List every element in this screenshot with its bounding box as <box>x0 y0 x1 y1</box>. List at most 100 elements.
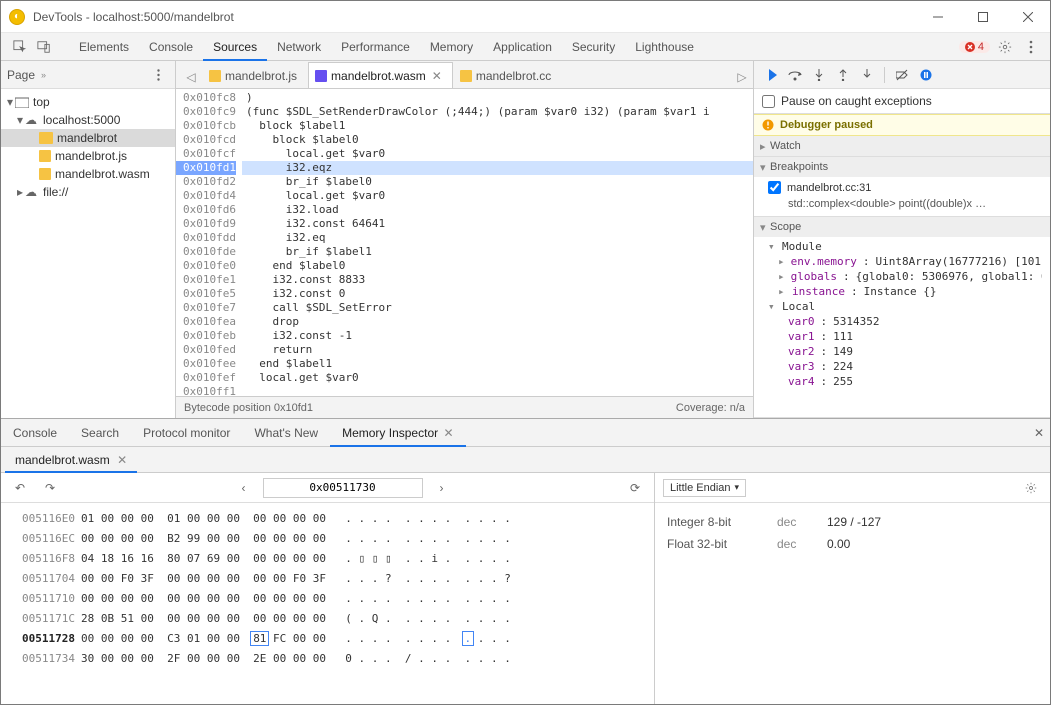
hex-row[interactable]: 005116F804 18 16 16 80 07 69 00 00 00 00… <box>9 549 646 569</box>
hex-row[interactable]: 0051171000 00 00 00 00 00 00 00 00 00 00… <box>9 589 646 609</box>
debugger-paused-banner: Debugger paused <box>754 114 1050 136</box>
main-toolbar: ElementsConsoleSourcesNetworkPerformance… <box>1 33 1050 61</box>
hex-view[interactable]: 005116E001 00 00 00 01 00 00 00 00 00 00… <box>1 503 654 704</box>
navigator-more-icon[interactable] <box>147 64 169 86</box>
hex-row[interactable]: 0051172800 00 00 00 C3 01 00 00 81 FC 00… <box>9 629 646 649</box>
maximize-button[interactable] <box>960 2 1005 32</box>
scope-local-row[interactable]: var1: 111 <box>768 329 1042 344</box>
close-icon[interactable]: ✕ <box>443 426 453 440</box>
status-coverage: Coverage: n/a <box>676 402 745 414</box>
deactivate-breakpoints-icon[interactable] <box>891 64 913 86</box>
chevron-right-icon[interactable]: » <box>41 70 46 80</box>
prev-page-icon[interactable]: ‹ <box>233 477 255 499</box>
undo-icon[interactable]: ↶ <box>9 477 31 499</box>
step-into-icon[interactable] <box>808 64 830 86</box>
scope-module-row[interactable]: ▸globals: {global0: 5306976, global1: 65… <box>768 269 1042 284</box>
endian-select[interactable]: Little Endian ▾ <box>663 479 746 497</box>
tree-file[interactable]: mandelbrot.wasm <box>1 165 175 183</box>
pause-on-exceptions-icon[interactable] <box>915 64 937 86</box>
error-count-badge[interactable]: 4 <box>959 41 990 53</box>
nav-back-icon[interactable]: ◁ <box>180 66 202 88</box>
drawer-subtab[interactable]: mandelbrot.wasm ✕ <box>5 447 137 473</box>
editor-tab[interactable]: mandelbrot.cc <box>453 62 562 88</box>
tab-network[interactable]: Network <box>267 33 331 61</box>
value-settings-icon[interactable] <box>1020 477 1042 499</box>
tree-file[interactable]: mandelbrot.js <box>1 147 175 165</box>
titlebar: ◐ DevTools - localhost:5000/mandelbrot <box>1 1 1050 33</box>
minimize-button[interactable] <box>915 2 960 32</box>
file-icon <box>39 168 51 180</box>
memory-value-row: Float 32-bitdec0.00 <box>667 533 1038 555</box>
hex-row[interactable]: 0051173430 00 00 00 2F 00 00 00 2E 00 00… <box>9 649 646 669</box>
editor-tabs: ◁ mandelbrot.jsmandelbrot.wasm ✕mandelbr… <box>176 61 753 89</box>
next-page-icon[interactable]: › <box>431 477 453 499</box>
file-tree[interactable]: ▾top ▾☁localhost:5000 mandelbrot mandelb… <box>1 89 175 418</box>
step-out-icon[interactable] <box>832 64 854 86</box>
step-icon[interactable] <box>856 64 878 86</box>
hex-row[interactable]: 0051171C28 0B 51 00 00 00 00 00 00 00 00… <box>9 609 646 629</box>
editor-tab[interactable]: mandelbrot.js <box>202 62 308 88</box>
drawer-close-icon[interactable]: ✕ <box>1028 422 1050 444</box>
drawer-tab[interactable]: Console <box>1 419 69 447</box>
tab-sources[interactable]: Sources <box>203 33 267 61</box>
tab-lighthouse[interactable]: Lighthouse <box>625 33 704 61</box>
drawer-tab[interactable]: What's New <box>242 419 330 447</box>
folder-icon <box>39 132 53 144</box>
scope-local-row[interactable]: var3: 224 <box>768 359 1042 374</box>
memory-address-input[interactable] <box>263 478 423 498</box>
more-icon[interactable] <box>1020 36 1042 58</box>
tree-row-top[interactable]: ▾top <box>1 93 175 111</box>
tab-memory[interactable]: Memory <box>420 33 483 61</box>
tree-row-host[interactable]: ▾☁localhost:5000 <box>1 111 175 129</box>
hex-row[interactable]: 005116E001 00 00 00 01 00 00 00 00 00 00… <box>9 509 646 529</box>
hex-row[interactable]: 0051170400 00 F0 3F 00 00 00 00 00 00 F0… <box>9 569 646 589</box>
watch-pane-header[interactable]: ▸Watch <box>754 136 1050 156</box>
navigator-title: Page <box>7 68 35 82</box>
debugger-toolbar <box>754 61 1050 89</box>
scope-module-row[interactable]: ▸instance: Instance {} <box>768 284 1042 299</box>
drawer-tab[interactable]: Protocol monitor <box>131 419 242 447</box>
close-button[interactable] <box>1005 2 1050 32</box>
scope-local-row[interactable]: var0: 5314352 <box>768 314 1042 329</box>
step-over-icon[interactable] <box>784 64 806 86</box>
hex-row[interactable]: 005116EC00 00 00 00 B2 99 00 00 00 00 00… <box>9 529 646 549</box>
redo-icon[interactable]: ↷ <box>39 477 61 499</box>
close-icon[interactable]: ✕ <box>432 69 442 83</box>
scope-local-row[interactable]: var4: 255 <box>768 374 1042 389</box>
device-toggle-icon[interactable] <box>33 36 55 58</box>
tab-application[interactable]: Application <box>483 33 562 61</box>
tab-security[interactable]: Security <box>562 33 625 61</box>
resume-icon[interactable] <box>760 64 782 86</box>
file-icon <box>39 150 51 162</box>
settings-icon[interactable] <box>994 36 1016 58</box>
nav-forward-icon[interactable]: ▷ <box>731 66 753 88</box>
tree-file[interactable]: mandelbrot <box>1 129 175 147</box>
memory-value-row: Integer 8-bitdec129 / -127 <box>667 511 1038 533</box>
breakpoint-row[interactable]: mandelbrot.cc:31 <box>768 179 1042 196</box>
drawer-tabs: ConsoleSearchProtocol monitorWhat's NewM… <box>1 419 1050 447</box>
code-area[interactable]: )(func $SDL_SetRenderDrawColor (;444;) (… <box>242 89 753 396</box>
close-icon[interactable]: ✕ <box>117 453 127 467</box>
tab-performance[interactable]: Performance <box>331 33 420 61</box>
inspect-element-icon[interactable] <box>9 36 31 58</box>
drawer-subtabs: mandelbrot.wasm ✕ <box>1 447 1050 473</box>
refresh-icon[interactable]: ⟳ <box>624 477 646 499</box>
editor-tab[interactable]: mandelbrot.wasm ✕ <box>308 62 453 88</box>
drawer-tab[interactable]: Search <box>69 419 131 447</box>
editor-panel: ◁ mandelbrot.jsmandelbrot.wasm ✕mandelbr… <box>176 61 754 418</box>
pause-caught-exceptions-checkbox[interactable]: Pause on caught exceptions <box>762 94 1042 108</box>
scope-pane-header[interactable]: ▾Scope <box>754 217 1050 237</box>
scope-local-row[interactable]: var2: 149 <box>768 344 1042 359</box>
tree-row-file-scheme[interactable]: ▸☁file:// <box>1 183 175 201</box>
gutter[interactable]: 0x010fc80x010fc90x010fcb0x010fcd0x010fcf… <box>176 89 242 396</box>
drawer-tab[interactable]: Memory Inspector ✕ <box>330 419 465 447</box>
status-bytecode-pos: Bytecode position 0x10fd1 <box>184 402 313 414</box>
scope-module-row[interactable]: ▸env.memory: Uint8Array(16777216) [101, … <box>768 254 1042 269</box>
breakpoints-pane-header[interactable]: ▾Breakpoints <box>754 157 1050 177</box>
tab-console[interactable]: Console <box>139 33 203 61</box>
scope-local-header[interactable]: ▾Local <box>768 299 1042 314</box>
devtools-icon: ◐ <box>9 9 25 25</box>
tab-elements[interactable]: Elements <box>69 33 139 61</box>
debugger-panel: Pause on caught exceptions Debugger paus… <box>754 61 1050 418</box>
scope-module-header[interactable]: ▾Module <box>768 239 1042 254</box>
